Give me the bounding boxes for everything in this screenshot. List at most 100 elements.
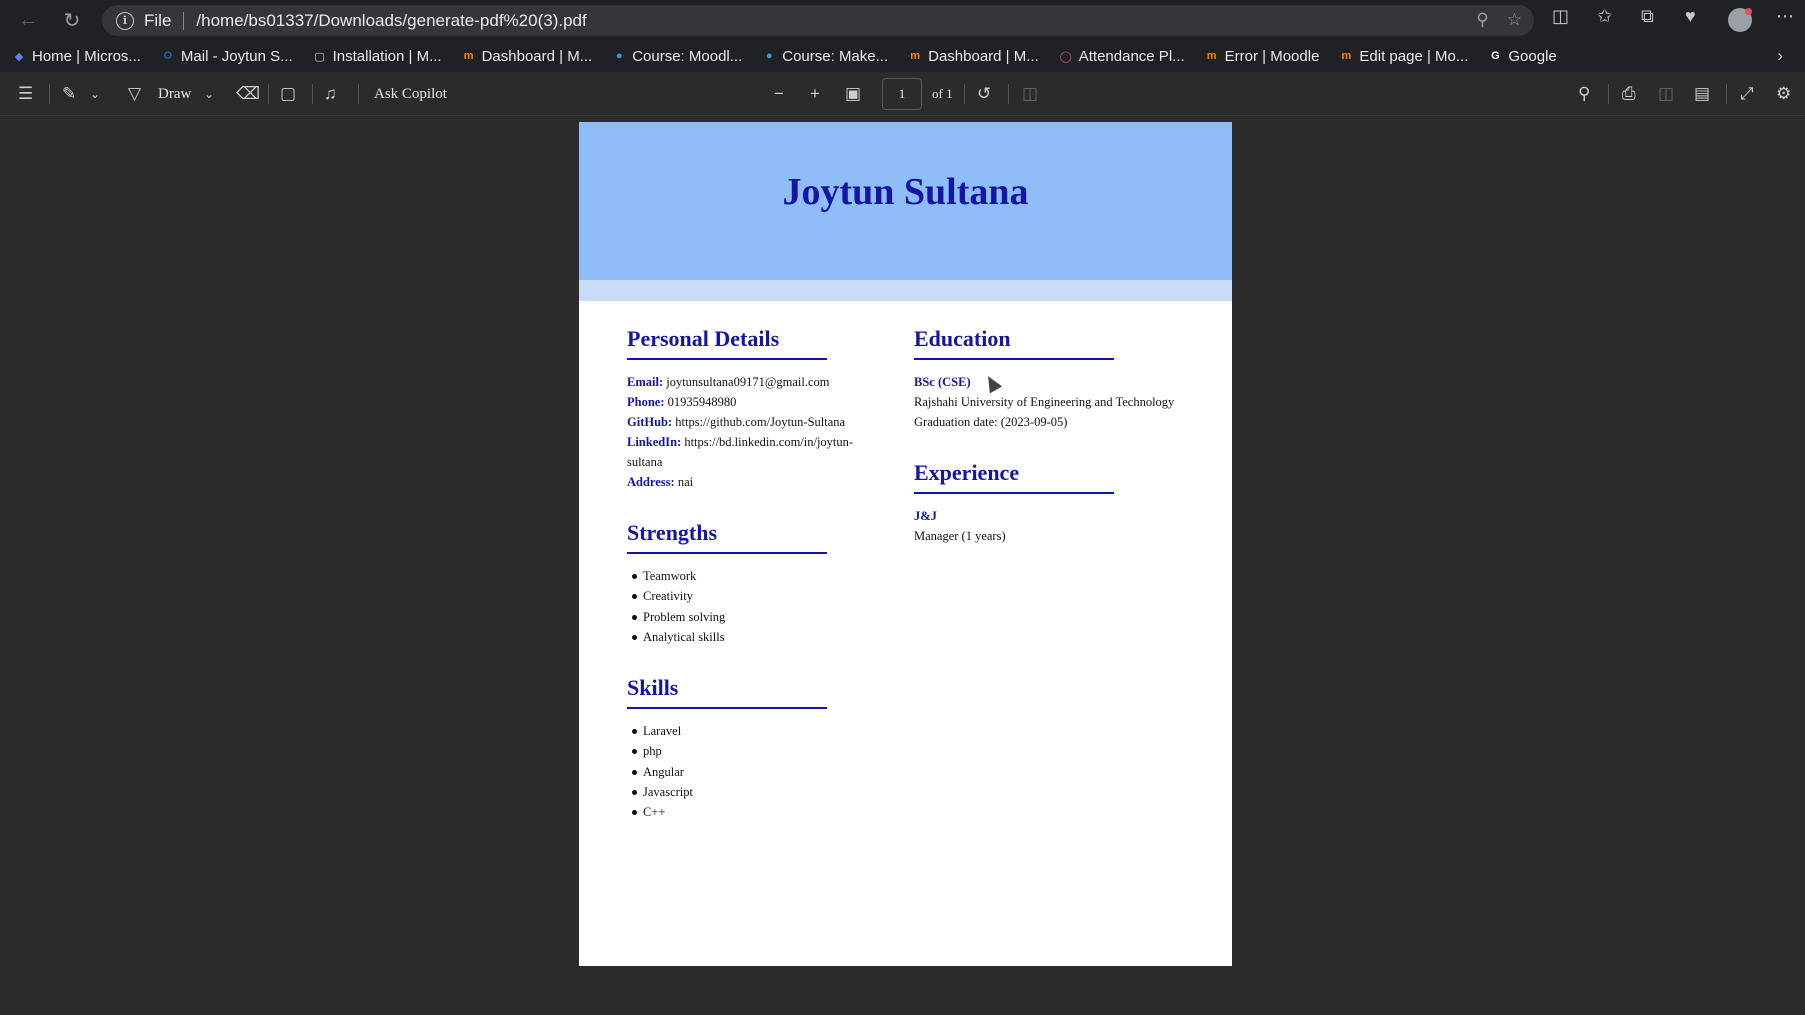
bookmark-label: Dashboard | M... xyxy=(481,47,593,65)
bookmark-label: Edit page | Mo... xyxy=(1359,47,1469,65)
bookmarks-bar: ◆ Home | Micros... O Mail - Joytun S... ▢ Ins… xyxy=(0,40,1805,72)
company: J&J xyxy=(914,509,937,523)
draw-icon[interactable]: ▽ xyxy=(128,84,141,104)
bookmark-item[interactable]: O Mail - Joytun S... xyxy=(161,48,293,65)
eraser-icon[interactable]: ⌫ xyxy=(236,84,260,104)
favorite-star-icon[interactable]: ☆ xyxy=(1507,10,1522,30)
phone-value: 01935948980 xyxy=(667,395,737,409)
role: Manager (1 years) xyxy=(914,529,1006,543)
address-bar[interactable]: i File /home/bs01337/Downloads/generate-… xyxy=(102,5,1534,36)
section-title: Skills xyxy=(627,675,827,710)
left-column: Personal Details Email: joytunsultana091… xyxy=(627,326,867,843)
collections-icon[interactable]: ⧉ xyxy=(1641,6,1654,27)
circle-icon: ◯ xyxy=(1059,50,1072,63)
bookmark-label: Installation | M... xyxy=(332,47,442,65)
list-item: Laravel xyxy=(627,721,867,741)
settings-gear-icon[interactable]: ⚙ xyxy=(1776,84,1791,104)
toolbar-divider xyxy=(268,84,269,104)
url-text[interactable]: /home/bs01337/Downloads/generate-pdf%20(… xyxy=(196,11,586,31)
highlight-icon[interactable]: ✎ xyxy=(62,84,76,104)
experience-section: Experience J&J Manager (1 years) xyxy=(914,460,1204,546)
list-item: Javascript xyxy=(627,782,867,802)
read-aloud-icon[interactable]: ♫ xyxy=(324,84,337,104)
google-icon: G xyxy=(1491,50,1500,62)
github-value: https://github.com/Joytun-Sultana xyxy=(675,415,846,429)
print-icon[interactable]: ⎙ xyxy=(1622,84,1636,104)
bookmark-item[interactable]: G Google xyxy=(1488,47,1557,65)
bookmark-label: Course: Moodl... xyxy=(632,47,743,65)
list-item: Creativity xyxy=(627,586,867,606)
chevron-down-icon[interactable]: ⌄ xyxy=(204,84,214,104)
more-menu-icon[interactable]: ⋯ xyxy=(1776,6,1794,27)
bookmark-item[interactable]: m Error | Moodle xyxy=(1205,48,1320,65)
email-label: Email: xyxy=(627,375,664,389)
chevron-right-icon[interactable]: › xyxy=(1777,46,1783,66)
list-item: Problem solving xyxy=(627,607,867,627)
phone-label: Phone: xyxy=(627,395,665,409)
address-divider xyxy=(183,11,185,30)
bookmark-item[interactable]: m Dashboard | M... xyxy=(462,48,593,65)
address-line: Address: nai xyxy=(627,472,867,492)
favorites-icon[interactable]: ✩ xyxy=(1597,6,1612,27)
chevron-down-icon[interactable]: ⌄ xyxy=(90,84,100,104)
skills-list: Laravel php Angular Javascript C++ xyxy=(627,721,867,822)
save-as-icon[interactable]: ▤ xyxy=(1694,84,1710,104)
toolbar-divider xyxy=(1608,84,1609,104)
table-of-contents-icon[interactable]: ☰ xyxy=(18,84,33,104)
github-line: GitHub: https://github.com/Joytun-Sultan… xyxy=(627,412,867,432)
back-icon[interactable]: ← xyxy=(12,4,44,36)
section-title: Personal Details xyxy=(627,326,827,360)
page-view-icon[interactable]: ◫ xyxy=(1022,84,1038,104)
toolbar-divider xyxy=(358,84,359,104)
save-icon[interactable]: ◫ xyxy=(1658,84,1674,104)
bookmark-item[interactable]: ◆ Home | Micros... xyxy=(12,48,141,65)
moodle-icon: m xyxy=(1341,50,1352,62)
zoom-out-icon[interactable]: − xyxy=(774,84,784,104)
search-icon[interactable]: ⚲ xyxy=(1578,84,1590,104)
ask-copilot-button[interactable]: Ask Copilot xyxy=(374,84,447,104)
bookmark-item[interactable]: m Dashboard | M... xyxy=(908,48,1039,65)
zoom-icon[interactable]: ⚲ xyxy=(1476,10,1488,30)
zoom-in-icon[interactable]: + xyxy=(810,84,820,104)
text-box-icon[interactable]: ▢ xyxy=(280,84,296,104)
strengths-list: Teamwork Creativity Problem solving Anal… xyxy=(627,566,867,647)
site-info-icon[interactable]: i xyxy=(116,11,134,30)
bookmark-label: Google xyxy=(1508,47,1557,65)
moodle-dot-icon: ● xyxy=(765,50,773,62)
bookmark-item[interactable]: ● Course: Moodl... xyxy=(612,48,742,65)
bookmark-label: Course: Make... xyxy=(782,47,889,65)
phone-line: Phone: 01935948980 xyxy=(627,392,867,412)
bookmark-label: Attendance Pl... xyxy=(1078,47,1185,65)
fit-to-page-icon[interactable]: ▣ xyxy=(845,84,861,104)
moodle-icon: m xyxy=(1206,50,1217,62)
browser-essentials-icon[interactable]: ♥ xyxy=(1685,6,1696,27)
email-value: joytunsultana09171@gmail.com xyxy=(666,375,830,389)
fullscreen-icon[interactable]: ⤢ xyxy=(1740,84,1754,104)
bookmark-item[interactable]: ▢ Installation | M... xyxy=(313,47,442,65)
list-item: Analytical skills xyxy=(627,627,867,647)
split-screen-icon[interactable]: ◫ xyxy=(1552,6,1569,27)
page-total-label: of 1 xyxy=(932,86,953,101)
section-title: Education xyxy=(914,326,1114,360)
page-number-input[interactable] xyxy=(882,78,922,110)
moodle-dot-icon: ● xyxy=(615,50,623,62)
bookmark-item[interactable]: ● Course: Make... xyxy=(762,48,888,65)
bookmark-item[interactable]: ◯ Attendance Pl... xyxy=(1059,48,1185,65)
bookmark-label: Dashboard | M... xyxy=(928,47,1039,65)
rotate-icon[interactable]: ↺ xyxy=(977,84,991,104)
list-item: Angular xyxy=(627,762,867,782)
toolbar-divider xyxy=(964,84,965,104)
toolbar-divider xyxy=(49,84,50,104)
resume-header-subband xyxy=(579,280,1232,301)
bookmark-item[interactable]: m Edit page | Mo... xyxy=(1339,47,1469,65)
copilot-icon: ◆ xyxy=(14,50,24,63)
reload-icon[interactable]: ↻ xyxy=(56,4,88,36)
moodle-icon: m xyxy=(463,50,474,62)
graduation-date: Graduation date: (2023-09-05) xyxy=(914,415,1068,429)
page-icon: ▢ xyxy=(314,50,325,63)
section-title: Strengths xyxy=(627,520,827,554)
draw-label[interactable]: Draw xyxy=(158,84,191,104)
toolbar-divider xyxy=(1726,84,1727,104)
resume-name: Joytun Sultana xyxy=(782,171,1029,213)
github-label: GitHub: xyxy=(627,415,673,429)
